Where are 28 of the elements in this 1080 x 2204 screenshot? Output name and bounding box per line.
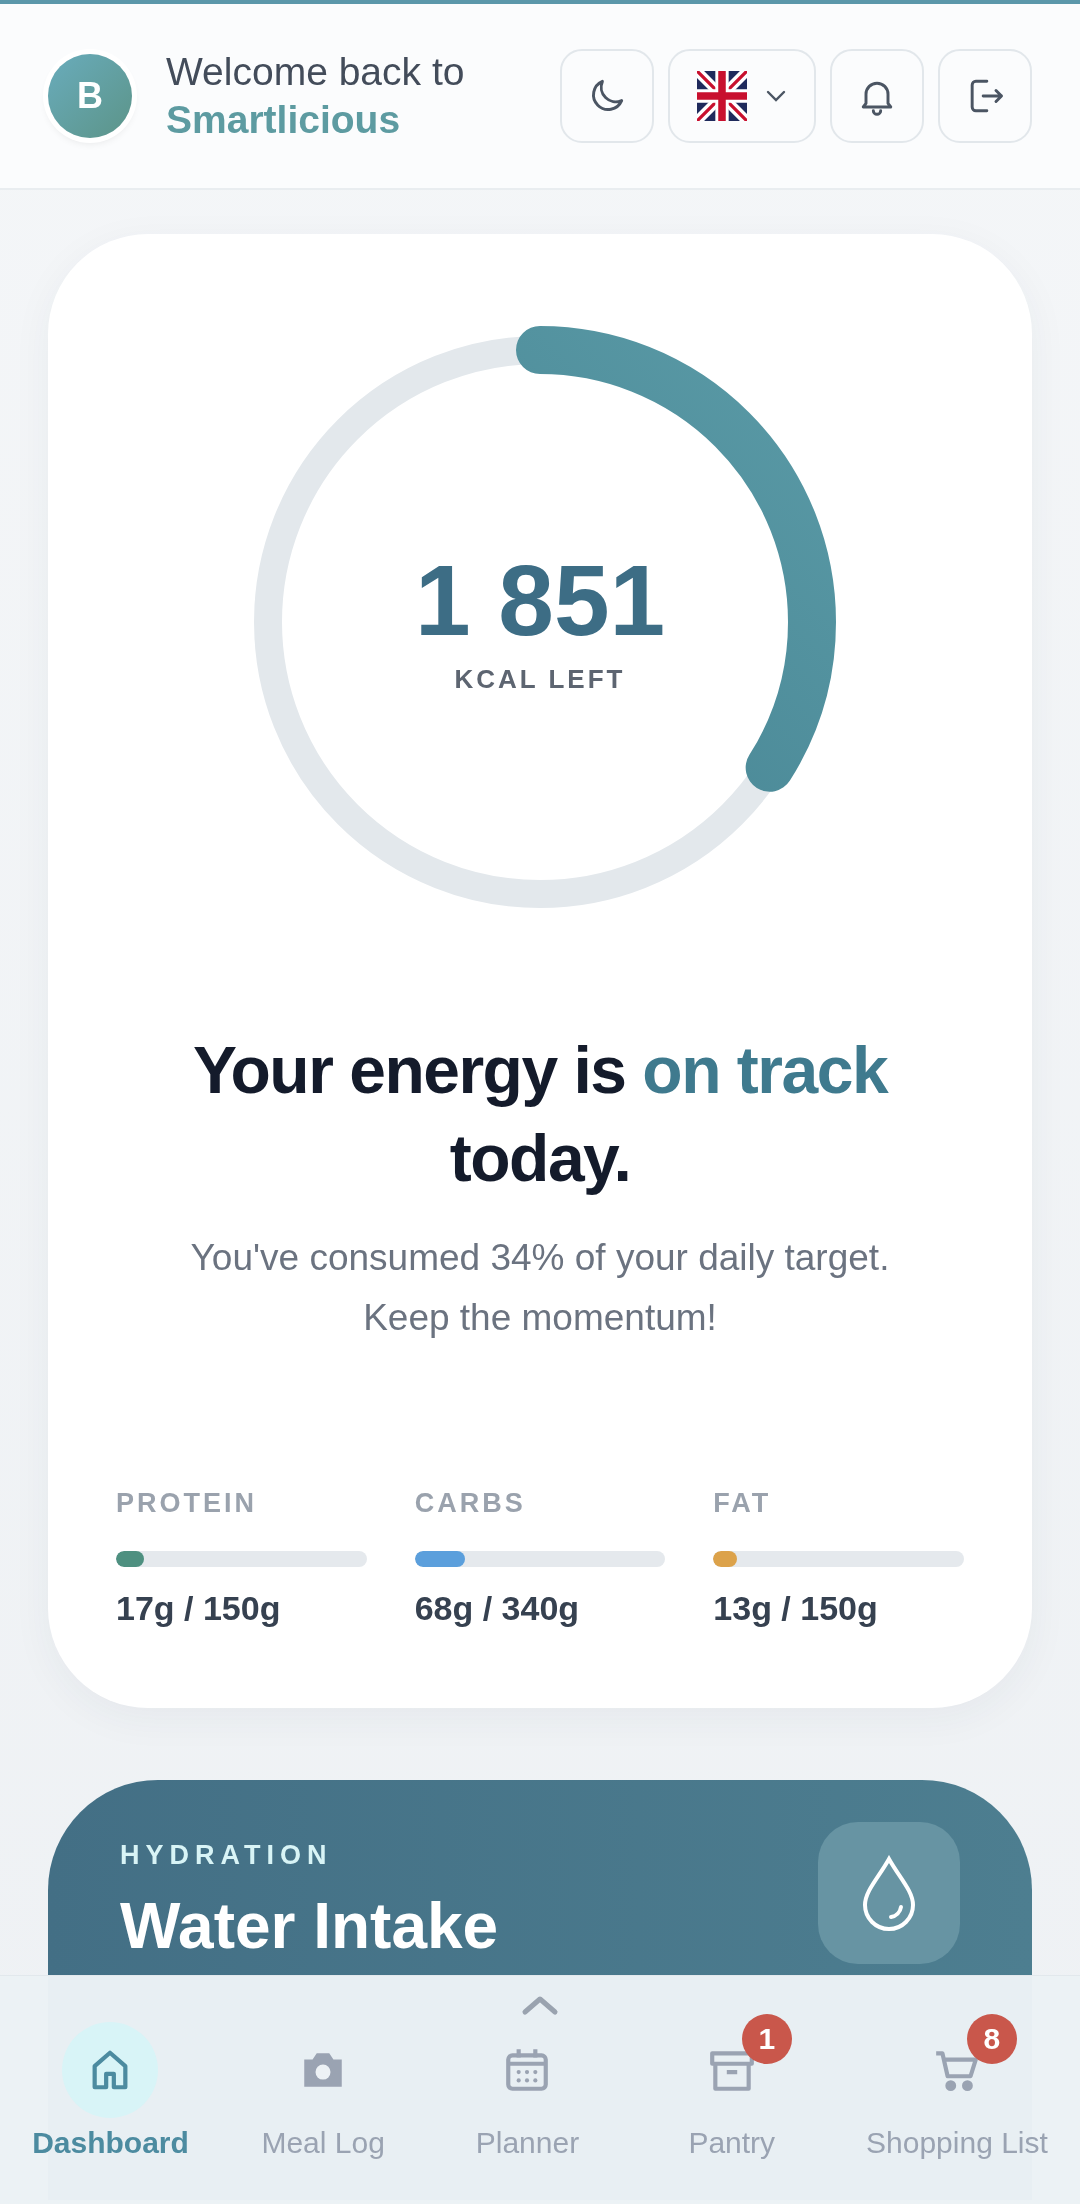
nav-tab[interactable]: Dashboard (32, 2010, 189, 2160)
count-badge: 1 (741, 2014, 792, 2064)
nav-tab[interactable]: Planner (457, 2010, 598, 2160)
macro-label: CARBS (414, 1488, 527, 1519)
nav-tab[interactable]: Meal Log (253, 2010, 394, 2160)
logout-button[interactable] (938, 49, 1032, 143)
nav-tab[interactable]: 1 Pantry (661, 2010, 802, 2160)
chevron-down-icon (765, 89, 787, 103)
flag-icon (697, 71, 747, 121)
calories-left-label: KCAL LEFT (454, 663, 626, 695)
status-message: You've consumed 34% of your daily target. Keep the momentum! (189, 1236, 891, 1340)
calories-left-value: 1 851 (414, 549, 666, 650)
notifications-button[interactable] (830, 49, 924, 143)
status-headline: Your energy is on track today. (191, 1032, 890, 1197)
chevron-up-icon (520, 1994, 560, 2016)
theme-toggle-button[interactable] (560, 49, 654, 143)
hydration-label: HYDRATION (120, 1840, 334, 1871)
language-selector[interactable] (668, 49, 816, 143)
macro-amount: 68g / 340g (414, 1589, 581, 1628)
app-name: Smartlicious (166, 98, 402, 142)
macro-amount: 17g / 150g (116, 1589, 282, 1628)
count-badge: 8 (966, 2014, 1017, 2064)
hydration-title: Water Intake (120, 1889, 499, 1963)
macro-label: FAT (713, 1488, 773, 1519)
macro-amount: 13g / 150g (713, 1589, 879, 1628)
greeting-text: Welcome back to (166, 50, 465, 94)
nav-tab[interactable]: 8 Shopping List (866, 2010, 1048, 2160)
macro-label: PROTEIN (116, 1488, 258, 1519)
